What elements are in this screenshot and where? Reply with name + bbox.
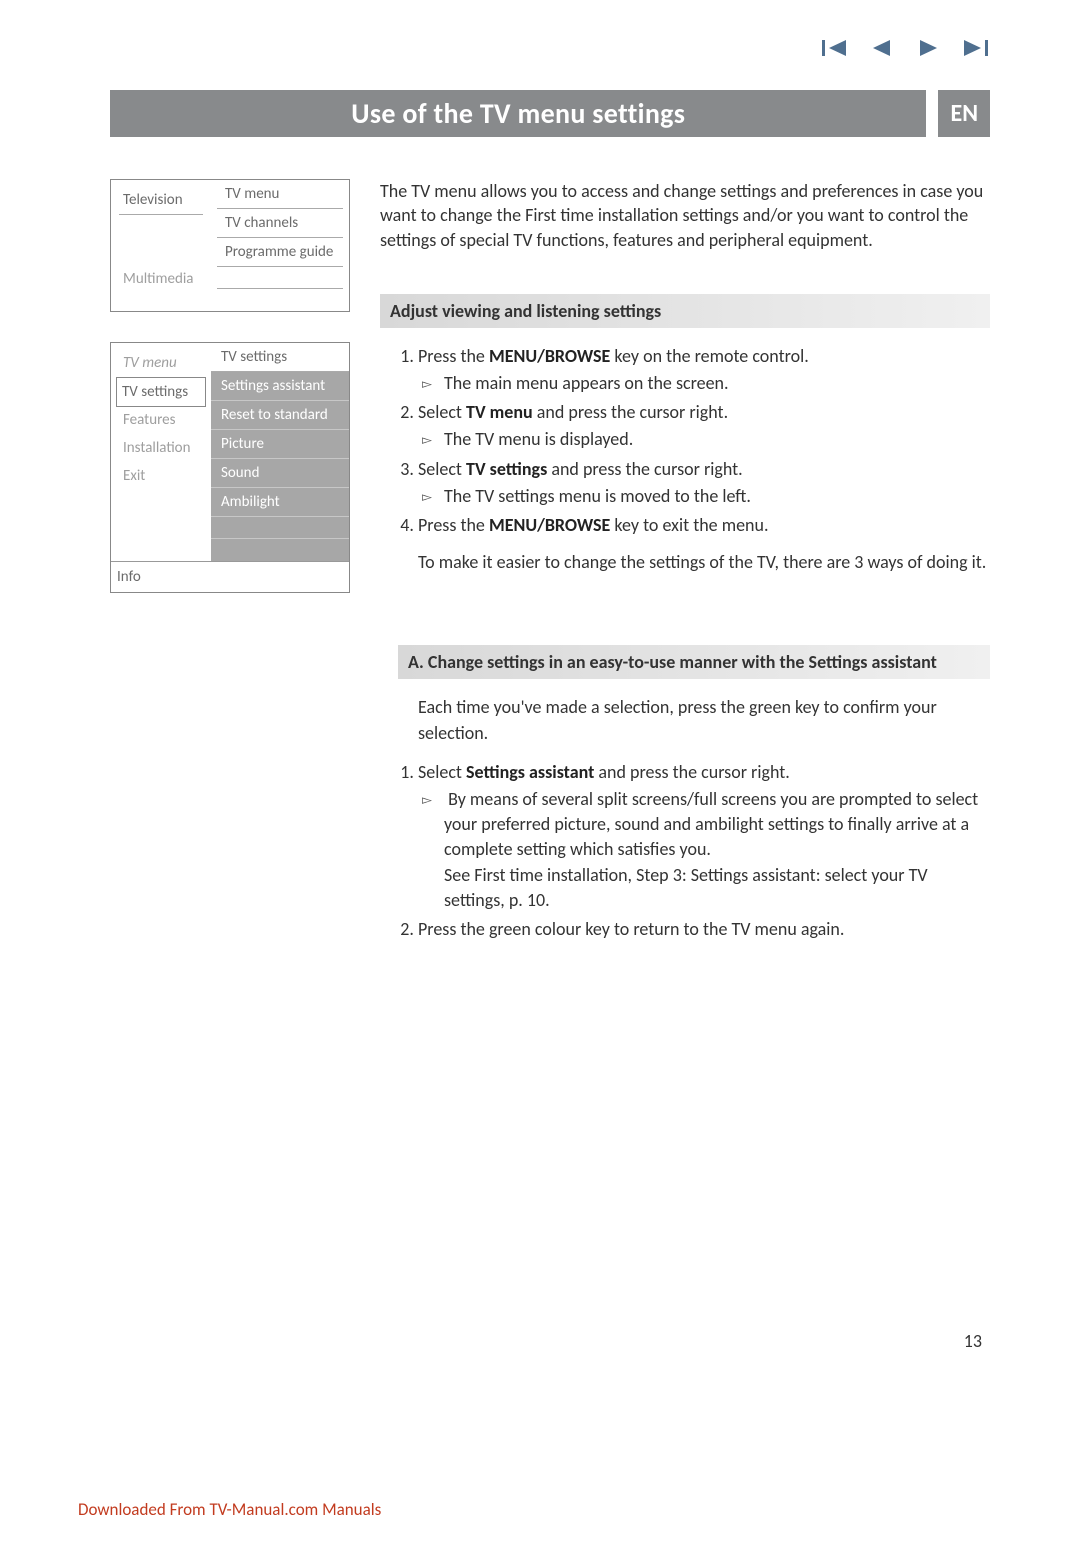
step-bold: TV settings (466, 458, 547, 480)
step-bold: MENU/BROWSE (489, 345, 610, 367)
step-text: key on the remote control. (610, 345, 808, 367)
step-text: Select (418, 401, 466, 423)
next-icon[interactable] (914, 38, 942, 63)
step-item: Select TV menu and press the cursor righ… (418, 400, 990, 452)
page-number: 13 (964, 1330, 982, 1352)
step-item: Press the MENU/BROWSE key on the remote … (418, 344, 990, 396)
steps-list-2: Select Settings assistant and press the … (380, 760, 990, 942)
step-text: and press the cursor right. (547, 458, 742, 480)
step-text: See First time installation, Step 3: Set… (444, 864, 928, 911)
intro-paragraph: The TV menu allows you to access and cha… (380, 179, 990, 252)
menu2-left-item: Exit (119, 462, 203, 490)
menu-1: Television Multimedia TV menu TV channel… (110, 179, 350, 312)
prev-icon[interactable] (868, 38, 896, 63)
section2-intro: Each time you've made a selection, press… (380, 695, 990, 745)
menu2-right-item: Settings assistant (211, 372, 349, 401)
menu1-right-item: TV channels (217, 209, 343, 238)
blank-row (217, 289, 343, 311)
section-header-1: Adjust viewing and listening settings (380, 294, 990, 328)
step-text: Press the (418, 345, 489, 367)
step-bold: TV menu (466, 401, 533, 423)
step-result: By means of several split screens/full s… (444, 787, 990, 913)
menu2-info: Info (111, 561, 349, 592)
step-item: Press the MENU/BROWSE key to exit the me… (418, 513, 990, 538)
menu2-left-item: Installation (119, 434, 203, 462)
menu2-right-item: Reset to standard (211, 401, 349, 430)
menu1-left-item: Television (119, 186, 203, 215)
step-bold: Settings assistant (466, 761, 594, 783)
step-bold: MENU/BROWSE (489, 514, 610, 536)
steps-list-1: Press the MENU/BROWSE key on the remote … (380, 344, 990, 538)
menu2-right-item: Ambilight (211, 488, 349, 517)
step-result: The TV menu is displayed. (444, 427, 990, 452)
menu2-left-item: Features (119, 406, 203, 434)
lang-badge: EN (938, 90, 990, 137)
menu2-right-item: Picture (211, 430, 349, 459)
menu2-left-item-selected: TV settings (116, 377, 206, 407)
step-text: Select (418, 761, 466, 783)
blank-row (211, 539, 349, 561)
menu-2: TV menu TV settings Features Installatio… (110, 342, 350, 593)
step-item: Press the green colour key to return to … (418, 917, 990, 942)
page-title: Use of the TV menu settings (110, 90, 926, 137)
step-result: The TV settings menu is moved to the lef… (444, 484, 990, 509)
step-text: and press the cursor right. (533, 401, 728, 423)
blank-row (211, 517, 349, 539)
step-text: By means of several split screens/full s… (444, 788, 978, 860)
menu1-right-item: Programme guide (217, 238, 343, 267)
nav-icons (822, 38, 988, 63)
step-item: Select TV settings and press the cursor … (418, 457, 990, 509)
menu2-right-item: Sound (211, 459, 349, 488)
section-header-2: A. Change settings in an easy-to-use man… (398, 645, 990, 679)
first-icon[interactable] (822, 38, 850, 63)
step-text: and press the cursor right. (594, 761, 789, 783)
menu1-left-item: Multimedia (119, 215, 203, 293)
menu2-right-header: TV settings (211, 343, 349, 372)
last-icon[interactable] (960, 38, 988, 63)
step-text: key to exit the menu. (610, 514, 768, 536)
blank-row (217, 267, 343, 289)
menu2-left-header: TV menu (119, 349, 203, 378)
footer-link[interactable]: Downloaded From TV-Manual.com Manuals (78, 1499, 381, 1520)
note-1: To make it easier to change the settings… (380, 550, 990, 575)
step-result: The main menu appears on the screen. (444, 371, 990, 396)
step-text: Select (418, 458, 466, 480)
step-text: Press the (418, 514, 489, 536)
menu1-right-item: TV menu (217, 180, 343, 209)
step-item: Select Settings assistant and press the … (418, 760, 990, 913)
